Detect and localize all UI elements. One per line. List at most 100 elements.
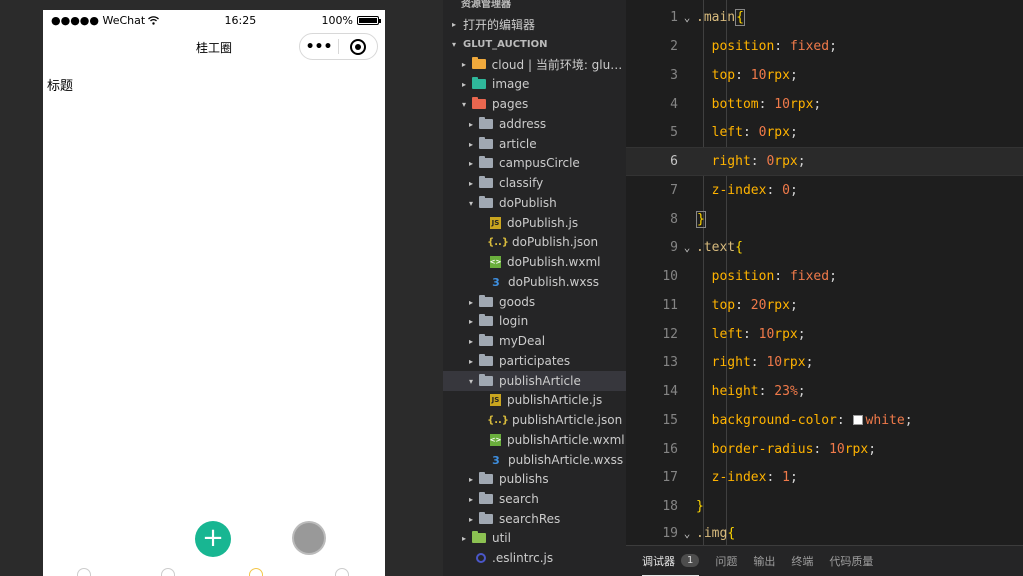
tab-active-icon[interactable] [249,568,263,576]
tree-item-label: cloud | 当前环境: glut-... [491,57,626,72]
tree-item-login[interactable]: ▸ login [443,311,626,331]
tree-item-participates[interactable]: ▸ participates [443,351,626,371]
json-file-icon: {..} [487,236,509,248]
css-unit: rpx [782,355,806,370]
project-section[interactable]: ▾ GLUT_AUCTION [443,34,626,54]
add-button[interactable]: + [195,521,231,557]
code-line[interactable]: 13 right: 10rpx; [626,348,1023,377]
tree-item-label: searchRes [499,512,561,526]
tree-item-classify[interactable]: ▸ classify [443,173,626,193]
tree-item-publisharticle-js[interactable]: JS publishArticle.js [443,390,626,410]
css-number: 20 [750,298,767,313]
code-line[interactable]: 19 ⌄ .img{ [626,519,1023,545]
code-line[interactable]: 18} [626,492,1023,521]
tree-item-eslintrc[interactable]: .eslintrc.js [443,548,626,568]
tree-item-publisharticle-wxml[interactable]: <> publishArticle.wxml [443,430,626,450]
eslint-file-icon [476,553,486,563]
tree-item-label: article [499,137,537,151]
tree-item-publisharticle[interactable]: ▾ publishArticle [443,371,626,391]
tab-problems[interactable]: 问题 [715,546,737,576]
tree-item-util[interactable]: ▸ util [443,528,626,548]
code-line[interactable]: 11 top: 20rpx; [626,291,1023,320]
code-line[interactable]: 16 border-radius: 10rpx; [626,435,1023,464]
tree-item-label: doPublish.json [512,235,599,249]
code-editor[interactable]: 1 ⌄ .main{ 2 position: fixed; 3 top: 10rpx… [626,0,1023,545]
secondary-float-button[interactable] [294,523,324,553]
more-dots-icon: ••• [305,38,333,55]
more-menu-button[interactable]: ••• [300,34,338,59]
code-line[interactable]: 7 z-index: 0; [626,176,1023,205]
tree-item-label: publishArticle.js [507,393,603,407]
chevron-down-icon[interactable]: ⌄ [678,11,696,24]
code-line[interactable]: 8} [626,205,1023,234]
tab-debugger[interactable]: 调试器 1 [642,546,700,576]
css-unit: rpx [774,154,798,169]
code-line[interactable]: 9 ⌄ .text{ [626,233,1023,262]
tree-item-mydeal[interactable]: ▸ myDeal [443,331,626,351]
css-unit: rpx [766,298,790,313]
tab-output[interactable]: 输出 [753,546,775,576]
code-line[interactable]: 10 position: fixed; [626,262,1023,291]
util-folder-icon [472,531,486,543]
line-number: 16 [662,442,678,457]
tree-item-cloud[interactable]: ▸ cloud | 当前环境: glut-... [443,54,626,74]
color-swatch[interactable] [852,415,863,425]
css-property: position [711,269,775,284]
line-number: 3 [670,68,678,83]
tree-item-dopublish-json[interactable]: {..} doPublish.json [443,232,626,252]
tree-item-publisharticle-json[interactable]: {..} publishArticle.json [443,410,626,430]
code-line[interactable]: 14 height: 23%; [626,377,1023,406]
tree-item-label: address [499,117,547,131]
css-property: border-radius [711,442,814,457]
chevron-right-icon: ▸ [468,178,473,188]
tree-item-dopublish-js[interactable]: JS doPublish.js [443,213,626,233]
tree-item-dopublish-wxss[interactable]: 3 doPublish.wxss [443,272,626,292]
chevron-down-icon[interactable]: ⌄ [678,527,696,540]
tree-item-searchres[interactable]: ▸ searchRes [443,509,626,529]
tab-label: 终端 [791,555,814,568]
css-file-icon: 3 [492,453,500,467]
tab-code-quality[interactable]: 代码质量 [829,546,873,576]
chevron-down-icon[interactable]: ⌄ [678,241,696,254]
tree-item-pages[interactable]: ▾ pages [443,94,626,114]
open-editors-section[interactable]: ▸ 打开的编辑器 [443,14,626,34]
code-line-current[interactable]: 6 right: 0rpx; [626,147,1023,176]
capsule-menu: ••• [299,33,378,60]
tree-item-search[interactable]: ▸ search [443,489,626,509]
chevron-right-icon: ▸ [468,316,473,326]
file-explorer: 资源管理器 ▸ 打开的编辑器 ▾ GLUT_AUCTION ▸ cloud | 当前环… [443,0,626,576]
folder-icon [479,492,493,504]
tree-item-publishs[interactable]: ▸ publishs [443,469,626,489]
tree-item-publisharticle-wxss[interactable]: 3 publishArticle.wxss [443,450,626,470]
chevron-right-icon: ▸ [468,297,473,307]
code-line[interactable]: 15 background-color: white; [626,406,1023,435]
tab-home-icon[interactable] [77,568,91,576]
css-property: left [711,327,743,342]
code-line[interactable]: 4 bottom: 10rpx; [626,90,1023,119]
close-miniprogram-button[interactable] [339,34,377,59]
tab-profile-icon[interactable] [335,568,349,576]
tree-item-dopublish[interactable]: ▾ doPublish [443,193,626,213]
code-line[interactable]: 3 top: 10rpx; [626,61,1023,90]
code-line[interactable]: 12 left: 10rpx; [626,320,1023,349]
code-line[interactable]: 5 left: 0rpx; [626,118,1023,147]
tree-item-label: publishArticle.wxss [508,453,624,467]
tab-circle-icon[interactable] [161,568,175,576]
code-line[interactable]: 2 position: fixed; [626,32,1023,61]
tree-item-address[interactable]: ▸ address [443,114,626,134]
folder-icon [479,295,493,307]
tab-terminal[interactable]: 终端 [791,546,813,576]
code-line[interactable]: 1 ⌄ .main{ [626,3,1023,32]
wxml-file-icon: <> [489,434,502,446]
open-brace: { [735,9,745,26]
tree-item-image[interactable]: ▸ image [443,74,626,94]
tree-item-dopublish-wxml[interactable]: <> doPublish.wxml [443,252,626,272]
folder-open-icon [479,374,493,386]
status-bar: ●●●●● WeChat 16:25 100% [43,10,385,30]
tree-item-goods[interactable]: ▸ goods [443,292,626,312]
css-selector: .text [696,240,736,255]
css-value: fixed [789,269,830,284]
code-line[interactable]: 17 z-index: 1; [626,463,1023,492]
tree-item-campuscircle[interactable]: ▸ campusCircle [443,153,626,173]
tree-item-article[interactable]: ▸ article [443,134,626,154]
